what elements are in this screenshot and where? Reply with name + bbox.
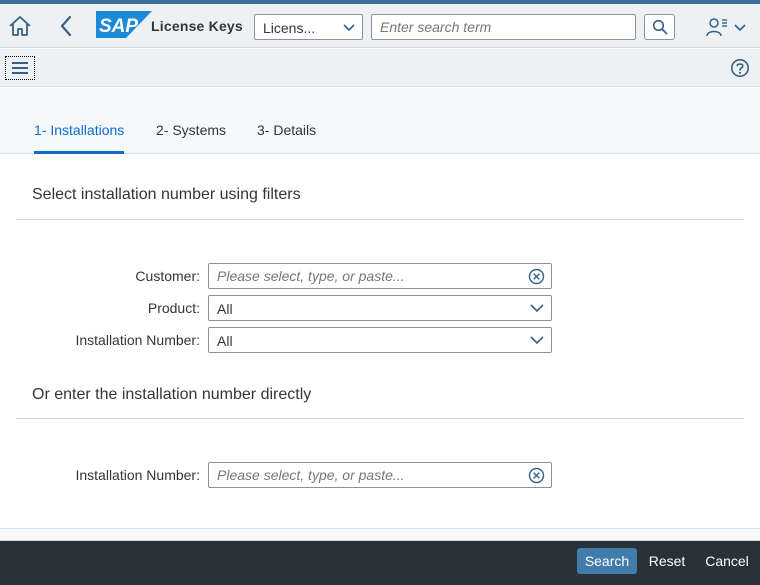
menu-icon [12, 62, 28, 74]
clear-icon[interactable] [528, 268, 545, 285]
section-divider [16, 219, 744, 220]
home-button[interactable] [4, 10, 36, 42]
chevron-down-icon [343, 24, 355, 32]
search-input[interactable] [371, 14, 636, 40]
help-icon[interactable] [730, 58, 750, 78]
user-icon [706, 18, 727, 37]
menu-button[interactable] [5, 56, 35, 80]
customer-label: Customer: [135, 268, 200, 284]
section-divider [16, 418, 744, 419]
active-tab-indicator [34, 151, 124, 154]
installation-number-value: All [217, 333, 233, 349]
back-button[interactable] [52, 10, 80, 42]
shell-bar: SAP License Keys Licens... [0, 4, 760, 48]
footer-spacer [0, 528, 760, 540]
cancel-button[interactable]: Cancel [703, 548, 751, 574]
customer-input[interactable] [209, 264, 519, 288]
back-icon [60, 15, 72, 37]
installation-number-input[interactable] [209, 463, 519, 487]
chevron-down-icon[interactable] [529, 332, 545, 348]
app-title: License Keys [151, 18, 243, 34]
sap-logo: SAP [96, 11, 152, 38]
user-menu-button[interactable] [700, 12, 752, 42]
footer-toolbar: Search Reset Cancel [0, 540, 760, 585]
product-select[interactable]: All [208, 295, 552, 321]
sap-logo-text: SAP [99, 16, 138, 37]
sub-toolbar [0, 49, 760, 87]
search-icon [652, 19, 667, 35]
chevron-down-icon [734, 24, 746, 32]
tab-details[interactable]: 3- Details [257, 122, 316, 138]
customer-field[interactable] [208, 263, 552, 289]
search-submit-button[interactable]: Search [577, 548, 637, 574]
tab-bar: 1- Installations 2- Systems 3- Details [0, 88, 760, 154]
tab-systems[interactable]: 2- Systems [156, 122, 226, 138]
clear-icon[interactable] [528, 467, 545, 484]
direct-section-title: Or enter the installation number directl… [32, 386, 312, 403]
product-value: All [217, 301, 233, 317]
installation-number-direct-field[interactable] [208, 462, 552, 488]
installation-number-filter-label: Installation Number: [75, 332, 200, 348]
chevron-down-icon[interactable] [529, 300, 545, 316]
search-button[interactable] [644, 14, 675, 40]
installation-number-select[interactable]: All [208, 327, 552, 353]
installation-number-direct-label: Installation Number: [75, 467, 200, 483]
tab-installations[interactable]: 1- Installations [34, 122, 124, 138]
reset-button[interactable]: Reset [645, 548, 689, 574]
filters-section-title: Select installation number using filters [32, 186, 301, 203]
search-scope-value: Licens... [263, 20, 316, 36]
home-icon [9, 16, 31, 36]
product-label: Product: [147, 300, 200, 316]
search-scope-select[interactable]: Licens... [254, 14, 363, 40]
